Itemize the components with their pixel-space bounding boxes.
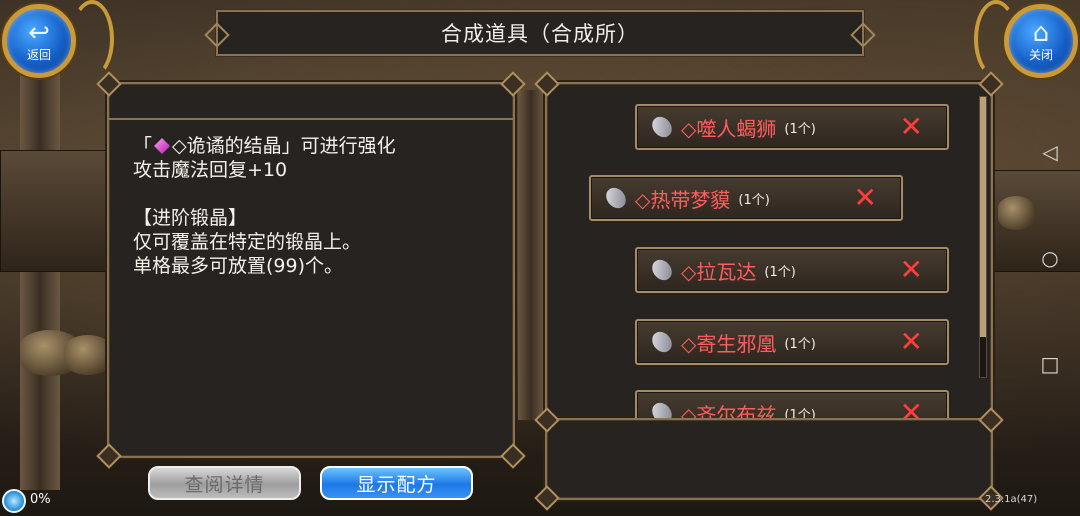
version-label: 2.3.1a(47) xyxy=(985,494,1038,505)
back-arrow-icon: ↩ xyxy=(28,17,50,48)
view-details-label: 查阅详情 xyxy=(184,473,265,496)
description-panel-header xyxy=(109,84,513,120)
scene-barrel-3 xyxy=(998,196,1034,230)
back-button[interactable]: ↩ 返回 xyxy=(2,4,76,78)
back-button-label: 返回 xyxy=(26,47,51,62)
item-count: (1个) xyxy=(784,121,816,137)
item-name: ◇齐尔布兹 xyxy=(681,402,777,419)
desc-line4: 仅可覆盖在特定的锻晶上。 xyxy=(133,231,362,253)
desc-line2: 攻击魔法回复+10 xyxy=(133,159,288,181)
corner-ornament xyxy=(500,443,526,469)
feather-icon xyxy=(647,112,678,143)
close-button-label: 关闭 xyxy=(1028,47,1053,62)
feather-icon xyxy=(647,327,678,358)
scene-shelf-left xyxy=(0,150,110,272)
close-x-icon[interactable]: ✕ xyxy=(900,398,923,419)
corner-ornament xyxy=(96,443,122,469)
scene-pillar-left xyxy=(20,70,60,490)
triangle-back-icon[interactable]: ◁ xyxy=(1040,140,1060,164)
item-name: ◇寄生邪凰 xyxy=(681,331,777,356)
square-recents-icon[interactable]: □ xyxy=(1040,352,1060,376)
item-description: 「 ◇诡谲的结晶」可进行强化 攻击魔法回复+10 【进阶锻晶】 仅可覆盖在特定的锻… xyxy=(133,134,396,278)
materials-list[interactable]: ◇噬人蝎狮 (1个) ✕ ◇热带梦貘 (1个) ✕ ◇拉瓦达 (1个) ✕ ◇寄… xyxy=(547,84,977,418)
item-count: (1个) xyxy=(784,336,816,352)
circle-home-icon[interactable]: ○ xyxy=(1040,246,1060,270)
frame-horn-left xyxy=(70,0,114,78)
item-name: ◇热带梦貘 xyxy=(635,187,731,212)
desc-line1-item: ◇诡谲的结晶 xyxy=(172,135,282,157)
scene-barrel-2 xyxy=(64,335,112,375)
download-status-icon xyxy=(2,489,26,513)
download-progress: 0% xyxy=(30,492,51,507)
close-button[interactable]: ⌂ 关闭 xyxy=(1004,4,1078,78)
close-x-icon[interactable]: ✕ xyxy=(900,255,923,285)
item-name: ◇拉瓦达 xyxy=(681,259,757,284)
gem-icon xyxy=(154,138,171,154)
close-x-icon[interactable]: ✕ xyxy=(900,112,923,142)
materials-scrollbar[interactable] xyxy=(979,96,987,378)
page-title: 合成道具（合成所） xyxy=(441,22,639,46)
show-recipe-label: 显示配方 xyxy=(356,473,437,496)
feather-icon xyxy=(647,398,678,418)
list-item[interactable]: ◇噬人蝎狮 (1个) ✕ xyxy=(635,104,949,150)
description-panel: 「 ◇诡谲的结晶」可进行强化 攻击魔法回复+10 【进阶锻晶】 仅可覆盖在特定的锻… xyxy=(96,71,526,469)
item-count: (1个) xyxy=(764,264,796,280)
desc-line1-suffix: 」可进行强化 xyxy=(281,135,396,157)
close-x-icon[interactable]: ✕ xyxy=(900,327,923,357)
list-item[interactable]: ◇拉瓦达 (1个) ✕ xyxy=(635,247,949,293)
show-recipe-button[interactable]: 显示配方 xyxy=(320,466,473,500)
desc-line3: 【进阶锻晶】 xyxy=(133,207,248,229)
desc-line5: 单格最多可放置(99)个。 xyxy=(133,255,344,277)
view-details-button[interactable]: 查阅详情 xyxy=(148,466,301,500)
item-name: ◇噬人蝎狮 xyxy=(681,116,777,141)
list-item[interactable]: ◇寄生邪凰 (1个) ✕ xyxy=(635,319,949,365)
title-bar: 合成道具（合成所） xyxy=(215,9,865,57)
scene-pillar-mid xyxy=(518,90,544,420)
desc-line1-prefix: 「 xyxy=(133,135,153,157)
scrollbar-thumb[interactable] xyxy=(980,97,986,337)
item-count: (1个) xyxy=(784,407,816,419)
home-icon: ⌂ xyxy=(1032,17,1050,48)
materials-footer-panel xyxy=(534,407,1004,511)
item-count: (1个) xyxy=(738,192,770,208)
corner-ornament xyxy=(534,485,560,511)
close-x-icon[interactable]: ✕ xyxy=(854,183,877,213)
feather-icon xyxy=(601,183,632,214)
feather-icon xyxy=(647,255,678,286)
list-item[interactable]: ◇齐尔布兹 (1个) ✕ xyxy=(635,390,949,418)
list-item[interactable]: ◇热带梦貘 (1个) ✕ xyxy=(589,175,903,221)
